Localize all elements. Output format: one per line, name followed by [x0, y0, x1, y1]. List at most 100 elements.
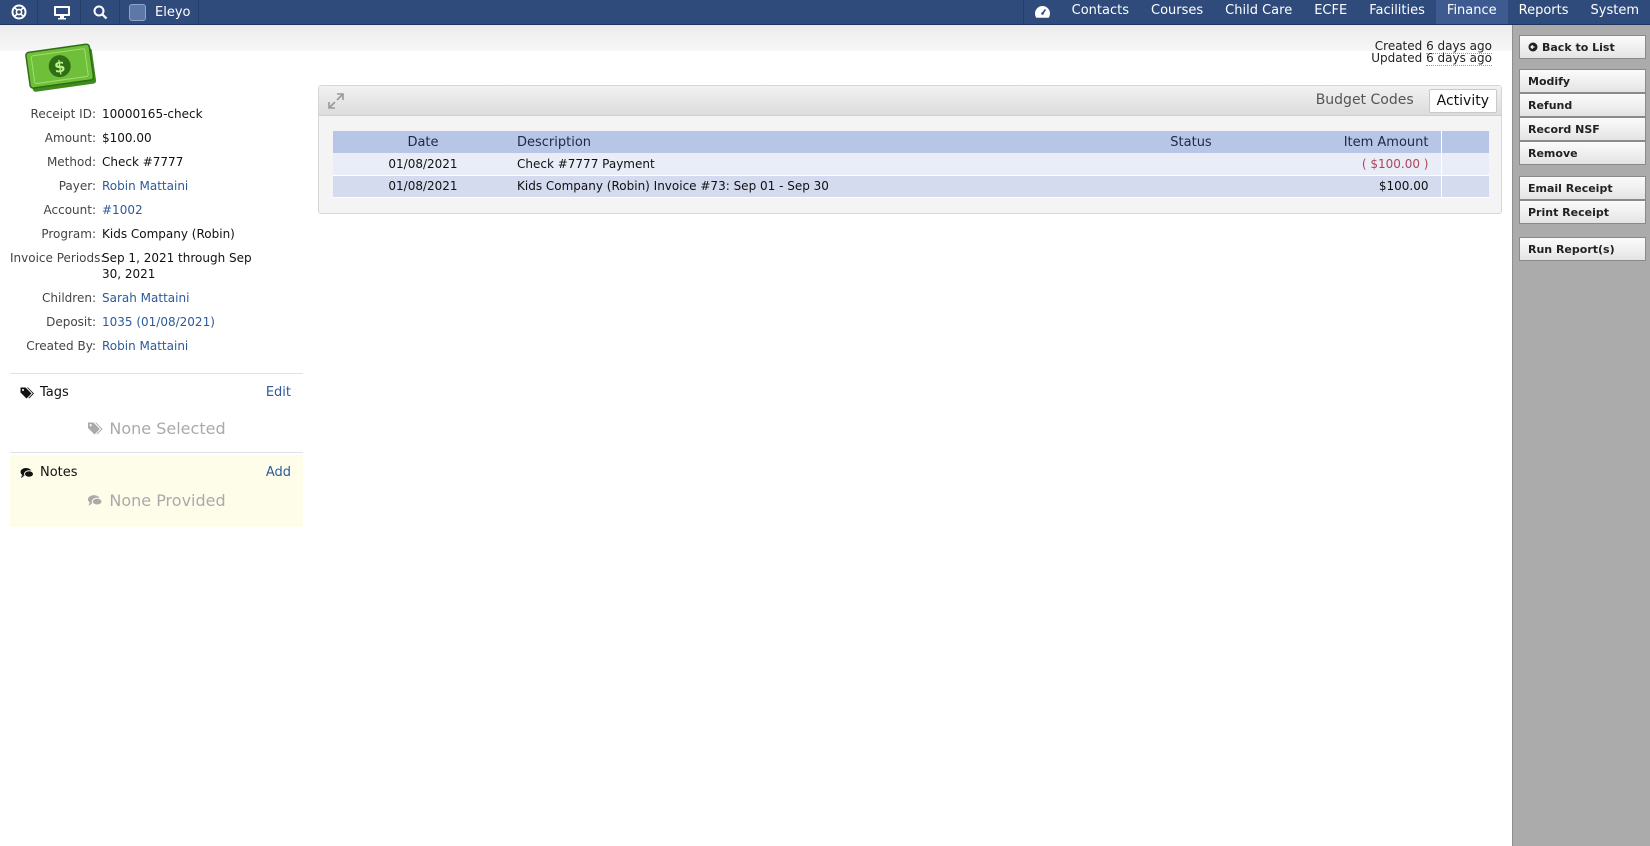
brand-name: Eleyo — [155, 4, 191, 20]
cell-actions — [1440, 175, 1489, 198]
money-receipt-logo-icon: $ — [24, 40, 98, 96]
activity-panel: Budget Codes Activity Date Description S… — [318, 85, 1502, 214]
column-header-item-amount[interactable]: Item Amount — [1251, 131, 1441, 153]
divider — [10, 373, 303, 374]
method-value: Check #7777 — [102, 155, 184, 169]
top-navigation-bar: Eleyo Contacts Courses Child Care ECFE F… — [0, 0, 1650, 25]
table-header-row: Date Description Status Item Amount — [333, 131, 1489, 153]
record-nsf-button[interactable]: Record NSF — [1519, 117, 1646, 141]
tags-icon — [20, 387, 34, 398]
cell-status — [1131, 153, 1251, 176]
notes-header: Notes — [20, 465, 78, 480]
tags-title: Tags — [40, 385, 69, 400]
circle-arrow-left-icon — [1528, 42, 1538, 52]
account-link[interactable]: #1002 — [102, 202, 292, 218]
divider — [10, 452, 303, 453]
cell-item-amount: $100.00 — [1251, 175, 1441, 198]
brand-switcher[interactable]: Eleyo — [122, 0, 199, 24]
detail-row-invoice-periods: Invoice Periods: Sep 1, 2021 through Sep … — [10, 250, 304, 282]
detail-label: Amount: — [44, 131, 96, 145]
table-row[interactable]: 01/08/2021 Kids Company (Robin) Invoice … — [333, 175, 1489, 198]
cell-date: 01/08/2021 — [333, 175, 513, 198]
cell-status — [1131, 175, 1251, 198]
tags-empty-text: None Selected — [109, 419, 226, 438]
detail-row-program: Program: Kids Company (Robin) — [10, 226, 304, 242]
search-icon[interactable] — [82, 0, 120, 24]
tags-edit-link[interactable]: Edit — [266, 385, 291, 400]
activity-table: Date Description Status Item Amount 01/0… — [333, 131, 1489, 198]
nav-ecfe[interactable]: ECFE — [1303, 0, 1358, 24]
nav-child-care[interactable]: Child Care — [1214, 0, 1303, 24]
detail-label: Receipt ID: — [30, 107, 96, 121]
panel-tabs: Budget Codes Activity — [1301, 89, 1497, 113]
email-receipt-button[interactable]: Email Receipt — [1519, 176, 1646, 200]
nav-contacts[interactable]: Contacts — [1061, 0, 1140, 24]
help-lifebuoy-icon[interactable] — [0, 0, 38, 24]
column-header-description[interactable]: Description — [513, 131, 1131, 153]
column-header-status[interactable]: Status — [1131, 131, 1251, 153]
expand-icon[interactable] — [327, 92, 345, 113]
tab-budget-codes[interactable]: Budget Codes — [1309, 89, 1421, 113]
cell-description: Kids Company (Robin) Invoice #73: Sep 01… — [513, 175, 1131, 198]
detail-label: Method: — [46, 155, 96, 169]
detail-row-created-by: Created By: Robin Mattaini — [10, 338, 304, 354]
panel-header: Budget Codes Activity — [319, 86, 1501, 116]
detail-row-payer: Payer: Robin Mattaini — [10, 178, 304, 194]
program-value: Kids Company (Robin) — [102, 227, 235, 241]
deposit-link[interactable]: 1035 (01/08/2021) — [102, 314, 292, 330]
notes-section: Notes Add None Provided — [10, 455, 303, 527]
nav-reports[interactable]: Reports — [1508, 0, 1580, 24]
cell-date: 01/08/2021 — [333, 153, 513, 176]
detail-label: Children: — [42, 291, 96, 305]
remove-button[interactable]: Remove — [1519, 141, 1646, 165]
detail-row-account: Account: #1002 — [10, 202, 304, 218]
detail-label: Invoice Periods: — [10, 251, 105, 265]
nav-courses[interactable]: Courses — [1140, 0, 1214, 24]
detail-label: Deposit: — [46, 315, 96, 329]
notes-title: Notes — [40, 465, 78, 480]
notes-empty-state: None Provided — [10, 491, 303, 510]
brand-logo-icon — [129, 3, 146, 21]
cell-description: Check #7777 Payment — [513, 153, 1131, 176]
dashboard-gauge-icon[interactable] — [1022, 0, 1061, 24]
column-header-actions — [1440, 131, 1489, 153]
detail-label: Created By: — [26, 339, 96, 353]
payer-link[interactable]: Robin Mattaini — [102, 178, 292, 194]
child-link[interactable]: Sarah Mattaini — [102, 290, 292, 306]
updated-label: Updated — [1371, 51, 1423, 65]
print-receipt-button[interactable]: Print Receipt — [1519, 200, 1646, 224]
refund-button[interactable]: Refund — [1519, 93, 1646, 117]
detail-row-deposit: Deposit: 1035 (01/08/2021) — [10, 314, 304, 330]
amount-value: $100.00 — [102, 131, 152, 145]
main-nav: Contacts Courses Child Care ECFE Facilit… — [1022, 0, 1650, 24]
tab-activity[interactable]: Activity — [1428, 89, 1497, 113]
tags-empty-state: None Selected — [10, 419, 303, 438]
detail-row-receipt-id: Receipt ID: 10000165-check — [10, 106, 304, 122]
tags-header: Tags — [20, 385, 69, 400]
notes-add-link[interactable]: Add — [266, 465, 291, 480]
detail-label: Payer: — [58, 179, 96, 193]
cell-item-amount: ( $100.00 ) — [1251, 153, 1441, 176]
detail-row-children: Children: Sarah Mattaini — [10, 290, 304, 306]
comments-icon — [20, 467, 34, 478]
table-row[interactable]: 01/08/2021 Check #7777 Payment ( $100.00… — [333, 153, 1489, 176]
cell-actions — [1440, 153, 1489, 176]
updated-value: 6 days ago — [1426, 51, 1492, 66]
run-reports-button[interactable]: Run Report(s) — [1519, 237, 1646, 261]
invoice-periods-value: Sep 1, 2021 through Sep 30, 2021 — [102, 251, 252, 281]
detail-row-method: Method: Check #7777 — [10, 154, 304, 170]
receipt-details: Receipt ID: 10000165-check Amount: $100.00… — [10, 106, 304, 362]
nav-finance[interactable]: Finance — [1435, 0, 1508, 24]
detail-label: Program: — [41, 227, 96, 241]
monitor-icon[interactable] — [43, 0, 81, 24]
back-to-list-label: Back to List — [1542, 40, 1615, 54]
notes-empty-text: None Provided — [109, 491, 226, 510]
column-header-date[interactable]: Date — [333, 131, 513, 153]
nav-facilities[interactable]: Facilities — [1358, 0, 1436, 24]
modify-button[interactable]: Modify — [1519, 69, 1646, 93]
nav-system[interactable]: System — [1580, 0, 1650, 24]
back-to-list-button[interactable]: Back to List — [1519, 35, 1646, 59]
created-by-link[interactable]: Robin Mattaini — [102, 338, 292, 354]
detail-label: Account: — [43, 203, 97, 217]
record-timestamps: Created 6 days ago Updated 6 days ago — [1371, 39, 1492, 66]
